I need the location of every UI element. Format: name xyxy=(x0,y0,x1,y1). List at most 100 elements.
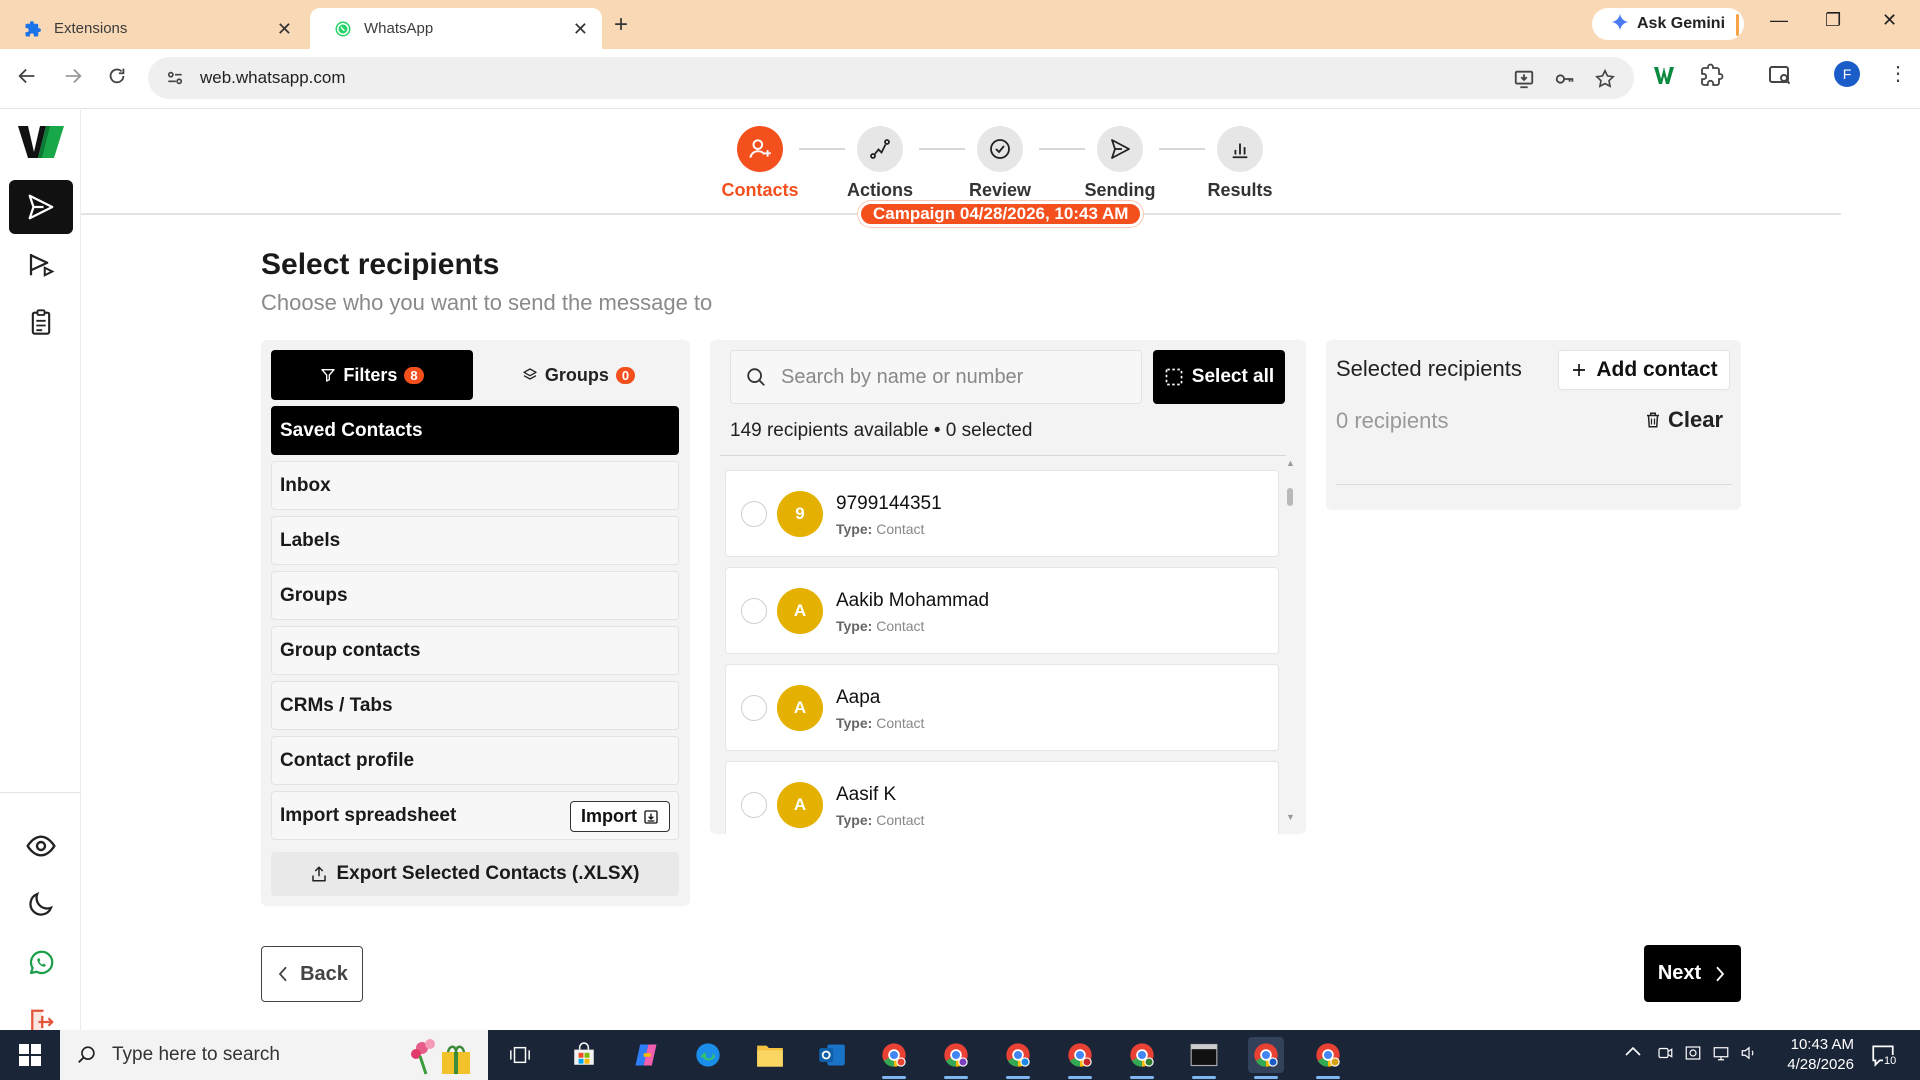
filter-item-contact-profile[interactable]: Contact profile xyxy=(271,736,679,785)
volume-icon[interactable] xyxy=(1740,1044,1758,1067)
taskbar-clock[interactable]: 10:43 AM 4/28/2026 xyxy=(1764,1035,1854,1075)
back-arrow-icon[interactable] xyxy=(16,65,38,93)
tab-search-icon[interactable] xyxy=(1768,63,1792,92)
contact-checkbox[interactable] xyxy=(741,598,767,624)
export-contacts-button[interactable]: Export Selected Contacts (.XLSX) xyxy=(271,852,679,896)
list-item[interactable]: A Aapa Type: Contact xyxy=(725,664,1279,751)
taskbar-search-input[interactable] xyxy=(112,1044,412,1066)
filter-item-inbox[interactable]: Inbox xyxy=(271,461,679,510)
tab-extensions[interactable]: Extensions ✕ xyxy=(0,8,306,49)
plus-icon xyxy=(1573,364,1586,376)
notifications-button[interactable]: 10 xyxy=(1870,1042,1898,1073)
sidebar-privacy-button[interactable] xyxy=(9,819,73,873)
taskbar-search[interactable] xyxy=(60,1030,488,1080)
back-button[interactable]: Back xyxy=(261,946,363,1002)
windows-logo-icon xyxy=(19,1044,41,1066)
available-count: 149 recipients available • 0 selected xyxy=(730,420,1033,441)
chrome-profile-icon[interactable] xyxy=(1248,1037,1284,1079)
next-label: Next xyxy=(1657,962,1702,984)
tab-whatsapp[interactable]: WhatsApp ✕ xyxy=(310,8,602,49)
search-input[interactable] xyxy=(781,365,1131,389)
scrollbar-thumb[interactable] xyxy=(1287,488,1293,506)
chevron-up-icon[interactable] xyxy=(1624,1044,1642,1063)
clear-button[interactable]: Clear xyxy=(1644,407,1723,433)
import-button[interactable]: Import xyxy=(570,801,670,832)
chrome-profile-icon[interactable] xyxy=(1310,1037,1346,1079)
wa-extension-icon[interactable] xyxy=(1652,63,1676,92)
filter-item-groups[interactable]: Groups xyxy=(271,571,679,620)
scroll-up-icon[interactable]: ▲ xyxy=(1286,458,1295,468)
outlook-icon[interactable] xyxy=(814,1037,850,1073)
chrome-profile-icon[interactable] xyxy=(938,1037,974,1079)
type-label: Type: xyxy=(836,812,873,828)
copilot-icon[interactable] xyxy=(628,1037,664,1073)
site-settings-icon[interactable] xyxy=(164,67,186,89)
minimize-icon[interactable]: — xyxy=(1770,10,1788,31)
scroll-down-icon[interactable]: ▼ xyxy=(1286,812,1295,822)
new-tab-button[interactable]: + xyxy=(614,11,628,39)
eye-icon xyxy=(26,835,56,857)
contact-name: Aasif K xyxy=(836,784,897,805)
close-icon[interactable]: ✕ xyxy=(573,19,588,40)
sidebar-reports-button[interactable] xyxy=(9,295,73,349)
file-explorer-icon[interactable] xyxy=(752,1037,788,1073)
step-sending[interactable]: Sending xyxy=(1070,126,1170,201)
step-review[interactable]: Review xyxy=(950,126,1050,201)
filters-tab-button[interactable]: Filters 8 xyxy=(271,350,473,400)
sidebar-campaigns-button[interactable] xyxy=(9,237,73,291)
chrome-profile-icon[interactable] xyxy=(1000,1037,1036,1079)
sidebar-whatsapp-button[interactable] xyxy=(9,936,73,990)
contact-checkbox[interactable] xyxy=(741,792,767,818)
security-icon[interactable] xyxy=(1684,1044,1702,1067)
extensions-puzzle-icon[interactable] xyxy=(1700,63,1724,92)
sidebar-send-button[interactable] xyxy=(9,180,73,234)
contact-checkbox[interactable] xyxy=(741,695,767,721)
more-menu-icon[interactable]: ⋮ xyxy=(1888,61,1908,86)
ask-gemini-button[interactable]: Ask Gemini xyxy=(1592,8,1744,40)
close-icon[interactable]: ✕ xyxy=(277,19,292,40)
restore-icon[interactable]: ❐ xyxy=(1825,10,1841,31)
next-button[interactable]: Next xyxy=(1644,945,1741,1002)
reload-icon[interactable] xyxy=(106,65,128,93)
contact-search[interactable] xyxy=(730,350,1142,404)
filter-item-label: Contact profile xyxy=(280,749,415,771)
bookmark-star-icon[interactable] xyxy=(1591,65,1619,93)
contact-name: Aakib Mohammad xyxy=(836,590,990,611)
gift-bouquet-icon[interactable] xyxy=(408,1036,474,1080)
install-app-icon[interactable] xyxy=(1510,65,1538,93)
filter-item-group-contacts[interactable]: Group contacts xyxy=(271,626,679,675)
forward-arrow-icon[interactable] xyxy=(62,65,84,93)
filter-item-crms-tabs[interactable]: CRMs / Tabs xyxy=(271,681,679,730)
list-item[interactable]: A Aakib Mohammad Type: Contact xyxy=(725,567,1279,654)
window-close-icon[interactable]: ✕ xyxy=(1882,10,1897,31)
password-key-icon[interactable] xyxy=(1551,65,1579,93)
page-subtitle: Choose who you want to send the message … xyxy=(261,290,713,315)
chrome-profile-icon[interactable] xyxy=(1124,1037,1160,1079)
sidebar-dark-mode-button[interactable] xyxy=(9,877,73,931)
chrome-profile-icon[interactable] xyxy=(876,1037,912,1079)
step-actions[interactable]: Actions xyxy=(830,126,930,201)
groups-tab-button[interactable]: Groups 0 xyxy=(477,350,680,400)
filter-item-saved-contacts[interactable]: Saved Contacts xyxy=(271,406,679,455)
list-item[interactable]: 9 9799144351 Type: Contact xyxy=(725,470,1279,557)
microsoft-store-icon[interactable] xyxy=(566,1037,602,1073)
terminal-icon[interactable] xyxy=(1186,1037,1222,1079)
contact-list-scrollbar[interactable]: ▲ ▼ xyxy=(1284,458,1296,828)
chrome-profile-icon[interactable] xyxy=(1062,1037,1098,1079)
filter-item-labels[interactable]: Labels xyxy=(271,516,679,565)
windows-start-button[interactable] xyxy=(0,1030,60,1080)
meet-now-icon[interactable] xyxy=(1656,1044,1674,1067)
add-contact-button[interactable]: Add contact xyxy=(1558,350,1730,390)
filter-item-import-spreadsheet[interactable]: Import spreadsheet Import xyxy=(271,791,679,840)
app-logo[interactable] xyxy=(16,122,66,162)
select-all-button[interactable]: Select all xyxy=(1153,350,1285,404)
edge-icon[interactable] xyxy=(690,1037,726,1073)
profile-avatar[interactable]: F xyxy=(1834,61,1860,87)
step-contacts[interactable]: Contacts xyxy=(710,126,810,201)
step-results[interactable]: Results xyxy=(1190,126,1290,201)
list-item[interactable]: A Aasif K Type: Contact xyxy=(725,761,1279,834)
network-icon[interactable] xyxy=(1712,1044,1730,1067)
task-view-icon[interactable] xyxy=(502,1037,538,1073)
contact-checkbox[interactable] xyxy=(741,501,767,527)
address-bar[interactable]: web.whatsapp.com xyxy=(148,57,1634,99)
